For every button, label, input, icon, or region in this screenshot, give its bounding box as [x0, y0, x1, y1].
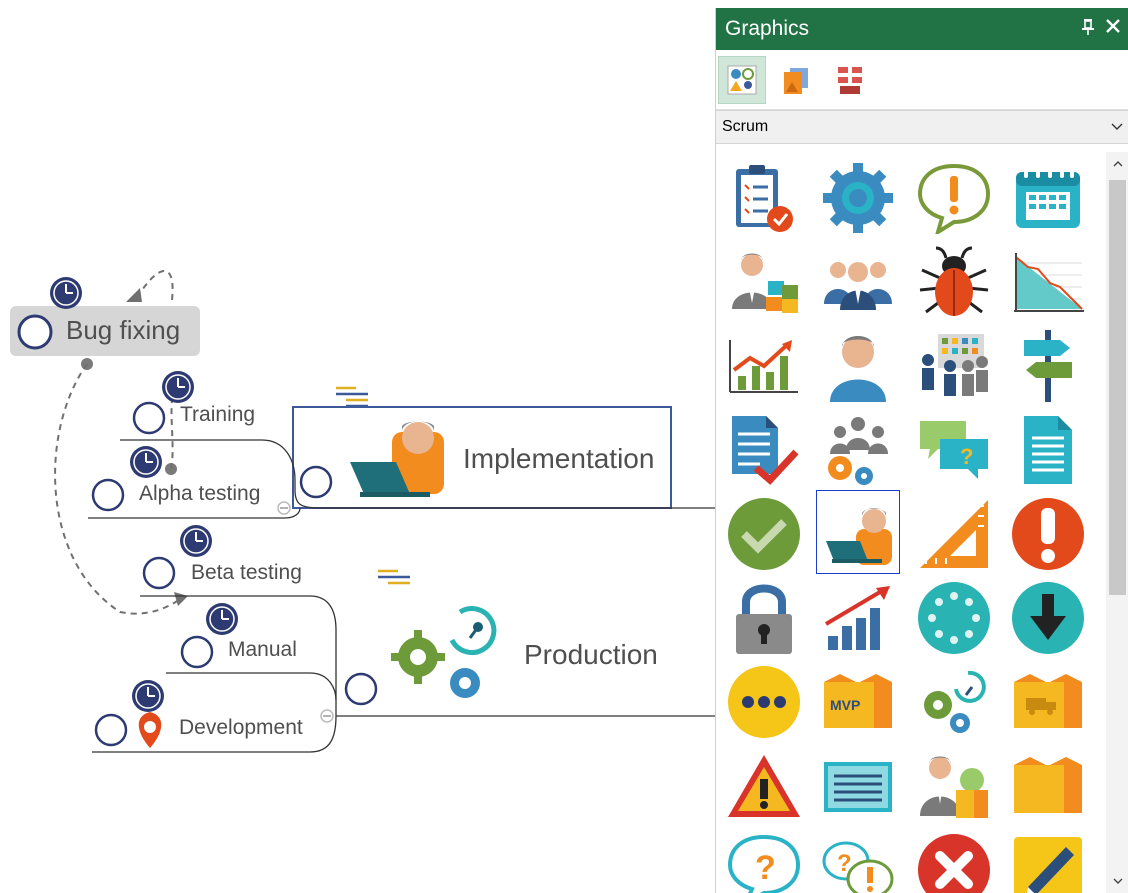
bug-icon[interactable]: [912, 240, 996, 324]
exclamation-speech-icon[interactable]: [912, 156, 996, 240]
question-bubble-icon[interactable]: ?: [722, 828, 806, 893]
question-chat-icon[interactable]: ?: [912, 408, 996, 492]
graphics-grid: ? MVP ? ?: [716, 152, 1106, 893]
document-check-icon[interactable]: [722, 408, 806, 492]
growth-chart-icon[interactable]: [722, 324, 806, 408]
clock-outline-icon: [180, 635, 214, 669]
gears-clock-icon[interactable]: [912, 660, 996, 744]
signpost-icon[interactable]: [1006, 324, 1090, 408]
clock-filled-icon: [130, 446, 162, 478]
scrum-graphics-tab[interactable]: [718, 55, 766, 104]
svg-text:MVP: MVP: [830, 697, 860, 713]
team-icon[interactable]: [816, 240, 900, 324]
vertical-scrollbar[interactable]: [1106, 152, 1128, 893]
image-library-tab[interactable]: [772, 56, 820, 104]
category-select-value: Scrum: [722, 118, 769, 135]
team-gears-icon[interactable]: [816, 408, 900, 492]
scroll-down-icon[interactable]: [1106, 871, 1128, 891]
pin-icon[interactable]: [1081, 18, 1095, 41]
triangle-ruler-icon[interactable]: [912, 492, 996, 576]
subtopic-beta-testing-label[interactable]: Beta testing: [191, 561, 302, 585]
clock-outline-icon: [344, 672, 378, 706]
open-box-icon[interactable]: [1006, 744, 1090, 828]
topic-production-label[interactable]: Production: [524, 639, 658, 671]
shapes-tab[interactable]: [826, 56, 874, 104]
clock-outline-icon: [94, 713, 128, 747]
scroll-up-icon[interactable]: [1106, 154, 1128, 174]
notes-icon: [336, 386, 368, 408]
error-x-icon[interactable]: [912, 828, 996, 893]
clock-outline-icon: [299, 465, 333, 499]
relationship-arrow: [137, 270, 174, 301]
subtopic-manual-label[interactable]: Manual: [228, 638, 297, 662]
clipboard-checklist-icon[interactable]: [722, 156, 806, 240]
clock-filled-icon: [180, 525, 212, 557]
chevron-down-icon: [1111, 118, 1123, 136]
panel-title: Graphics: [725, 17, 810, 40]
relationship-arrowhead: [126, 288, 142, 302]
scrollbar-thumb[interactable]: [1109, 180, 1126, 595]
clock-filled-icon: [206, 603, 238, 635]
clock-outline-icon: [142, 556, 176, 590]
pen-paper-icon[interactable]: [1006, 828, 1090, 893]
root-topic-label: Bug fixing: [66, 315, 181, 345]
category-select[interactable]: Scrum: [716, 110, 1128, 144]
gear-icon[interactable]: [816, 156, 900, 240]
gears-clock-icon: [391, 606, 497, 698]
relationship-arrowhead: [174, 592, 188, 606]
more-dots-icon[interactable]: [722, 660, 806, 744]
mind-map-canvas[interactable]: Bug fixing Training Alpha testing Beta t…: [0, 0, 715, 893]
mvp-box-icon[interactable]: MVP: [816, 660, 900, 744]
rising-bars-icon[interactable]: [816, 576, 900, 660]
clock-outline-icon: [132, 401, 166, 435]
notes-icon: [378, 569, 410, 585]
alert-circle-icon[interactable]: [1006, 492, 1090, 576]
document-icon[interactable]: [1006, 408, 1090, 492]
calendar-icon[interactable]: [1006, 156, 1090, 240]
clock-filled-icon: [50, 277, 82, 309]
loading-dots-circle-icon[interactable]: [912, 576, 996, 660]
download-arrow-icon[interactable]: [1006, 576, 1090, 660]
developer-laptop-icon: [350, 421, 444, 497]
map-pin-icon: [138, 712, 162, 748]
warning-triangle-icon[interactable]: [722, 744, 806, 828]
svg-text:?: ?: [960, 444, 973, 469]
clock-filled-icon: [162, 371, 194, 403]
team-board-icon[interactable]: [912, 324, 996, 408]
topic-implementation-label[interactable]: Implementation: [463, 443, 654, 475]
clock-filled-icon: [132, 680, 164, 712]
close-icon[interactable]: [1105, 18, 1121, 41]
user-icon[interactable]: [816, 324, 900, 408]
padlock-icon[interactable]: [722, 576, 806, 660]
user-package-icon[interactable]: [912, 744, 996, 828]
question-exclamation-bubbles-icon[interactable]: ?: [816, 828, 900, 893]
panel-toolbar: [716, 50, 1128, 110]
text-card-icon[interactable]: [816, 744, 900, 828]
graphics-panel: Graphics Scrum ? MVP ? ?: [715, 8, 1128, 893]
subtopic-development-label[interactable]: Development: [179, 716, 303, 740]
clock-outline-icon: [91, 478, 125, 512]
svg-text:?: ?: [755, 849, 776, 887]
clock-outline-icon: [17, 314, 53, 350]
subtopic-training-label[interactable]: Training: [180, 403, 255, 427]
panel-header: Graphics: [716, 8, 1128, 50]
checkmark-circle-icon[interactable]: [722, 492, 806, 576]
subtopic-alpha-testing-label[interactable]: Alpha testing: [139, 482, 260, 506]
delivery-box-icon[interactable]: [1006, 660, 1090, 744]
product-owner-cubes-icon[interactable]: [722, 240, 806, 324]
burndown-chart-icon[interactable]: [1006, 240, 1090, 324]
developer-laptop-icon[interactable]: [816, 490, 900, 574]
